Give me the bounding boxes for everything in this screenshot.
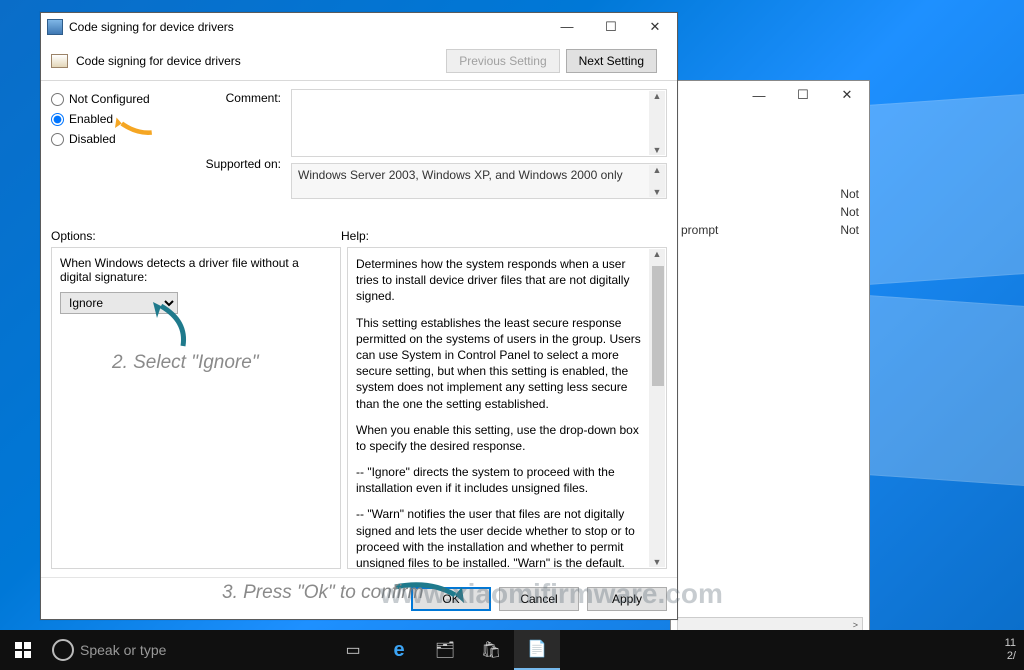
- background-window: — ☐ ✕ Not Not promptNot >: [670, 80, 870, 640]
- taskbar: Speak or type ▭ e 🗂 🛍 📄 11 2/: [0, 630, 1024, 670]
- bg-cell: Not: [840, 223, 859, 237]
- supported-on-label: Supported on:: [191, 157, 281, 171]
- options-header: Options:: [51, 229, 341, 243]
- bg-cell: Not: [840, 205, 859, 219]
- help-panel: Determines how the system responds when …: [347, 247, 667, 569]
- help-paragraph: When you enable this setting, use the dr…: [356, 422, 644, 454]
- window-title: Code signing for device drivers: [69, 20, 545, 34]
- gpedit-dialog: Code signing for device drivers — ☐ ✕ Co…: [40, 12, 678, 620]
- cortana-icon[interactable]: [52, 639, 74, 661]
- clock-date: 2/: [1005, 650, 1016, 663]
- minimize-button[interactable]: —: [545, 13, 589, 41]
- watermark-text: www.xiaomifirmware.com: [380, 578, 723, 610]
- supported-on-text: Windows Server 2003, Windows XP, and Win…: [298, 168, 623, 182]
- annotation-arrow-1-icon: [108, 110, 158, 140]
- start-button[interactable]: [0, 630, 46, 670]
- comment-textarea[interactable]: ▲▼: [291, 89, 667, 157]
- comment-label: Comment:: [191, 91, 281, 105]
- scrollbar-thumb[interactable]: [652, 266, 664, 386]
- store-icon[interactable]: 🛍: [468, 630, 514, 670]
- bgwin-minimize-icon[interactable]: —: [737, 81, 781, 109]
- clock-time: 11: [1005, 637, 1016, 650]
- notepad-icon[interactable]: 📄: [514, 630, 560, 670]
- help-paragraph: Determines how the system responds when …: [356, 256, 644, 305]
- radio-label: Enabled: [69, 112, 113, 126]
- window-icon: [47, 19, 63, 35]
- task-view-icon[interactable]: ▭: [330, 630, 376, 670]
- radio-not-configured[interactable]: Not Configured: [51, 89, 181, 109]
- options-prompt: When Windows detects a driver file witho…: [60, 256, 332, 284]
- help-paragraph: This setting establishes the least secur…: [356, 315, 644, 412]
- annotation-step2: 2. Select "Ignore": [112, 352, 259, 374]
- maximize-button[interactable]: ☐: [589, 13, 633, 41]
- bgwin-maximize-icon[interactable]: ☐: [781, 81, 825, 109]
- radio-label: Not Configured: [69, 92, 150, 106]
- explorer-icon[interactable]: 🗂: [422, 630, 468, 670]
- next-setting-button[interactable]: Next Setting: [566, 49, 657, 73]
- search-input[interactable]: Speak or type: [80, 642, 330, 658]
- help-paragraph: -- "Ignore" directs the system to procee…: [356, 464, 644, 496]
- annotation-arrow-2-icon: [143, 296, 203, 356]
- help-header: Help:: [341, 229, 667, 243]
- bg-cell: prompt: [681, 223, 718, 237]
- previous-setting-button: Previous Setting: [446, 49, 559, 73]
- help-paragraph: -- "Warn" notifies the user that files a…: [356, 506, 644, 569]
- close-button[interactable]: ✕: [633, 13, 677, 41]
- edge-icon[interactable]: e: [376, 630, 422, 670]
- taskbar-clock[interactable]: 11 2/: [997, 637, 1024, 663]
- bg-col-header: Not: [840, 187, 859, 201]
- titlebar: Code signing for device drivers — ☐ ✕: [41, 13, 677, 41]
- policy-title: Code signing for device drivers: [76, 54, 446, 68]
- bgwin-close-icon[interactable]: ✕: [825, 81, 869, 109]
- scrollbar-icon[interactable]: ▲▼: [649, 91, 665, 155]
- scrollbar-icon: ▲▼: [649, 165, 665, 197]
- supported-on-box: Windows Server 2003, Windows XP, and Win…: [291, 163, 667, 199]
- policy-icon: [51, 54, 68, 68]
